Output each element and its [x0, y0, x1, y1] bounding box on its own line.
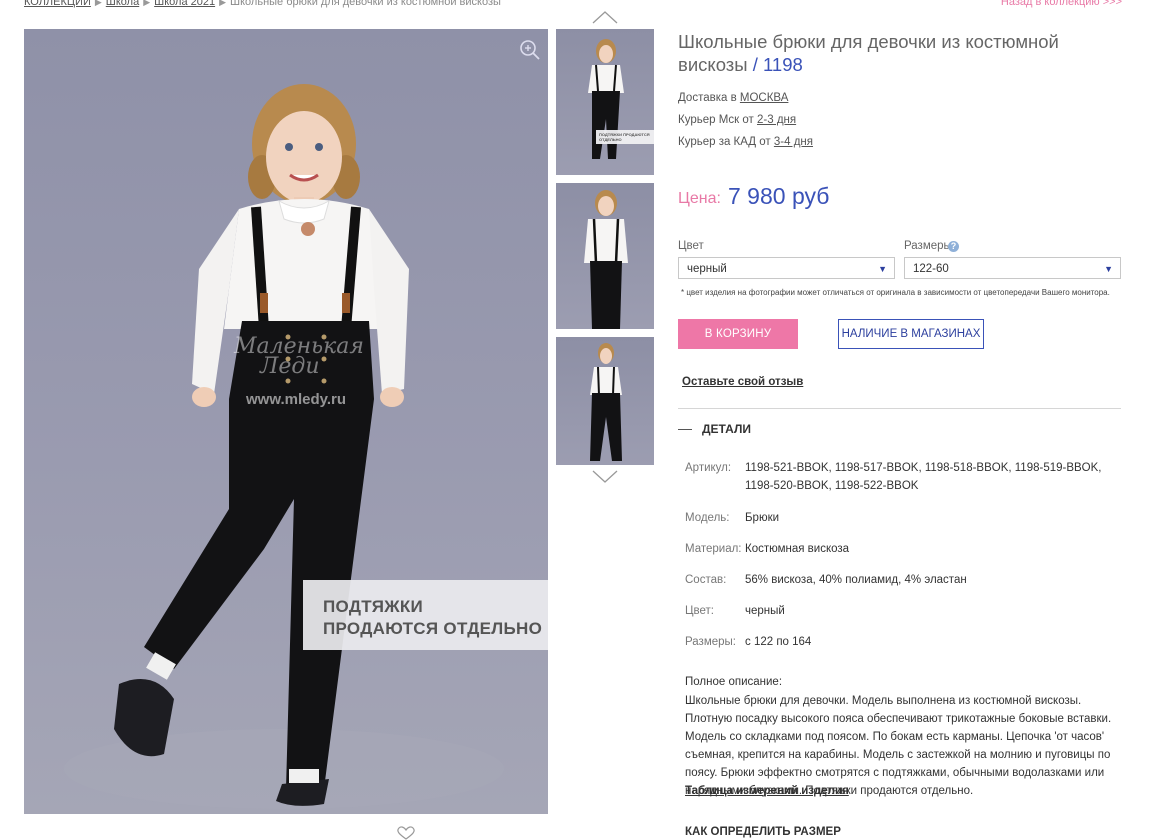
spec-value-model: Брюки: [745, 512, 780, 524]
breadcrumb-link-school[interactable]: Школа: [106, 0, 139, 8]
heart-icon[interactable]: [395, 826, 417, 840]
breadcrumb-separator-icon: ▶: [219, 0, 227, 7]
collapse-icon: [678, 429, 692, 431]
description-title: Полное описание:: [685, 676, 783, 688]
store-availability-button[interactable]: НАЛИЧИЕ В МАГАЗИНАХ: [838, 319, 984, 349]
breadcrumb-separator-icon: ▶: [94, 0, 102, 7]
add-to-cart-button[interactable]: В КОРЗИНУ: [678, 319, 798, 349]
how-to-size-toggle[interactable]: КАК ОПРЕДЕЛИТЬ РАЗМЕР: [685, 826, 841, 838]
spec-value-color: черный: [745, 605, 785, 617]
back-to-collection-link[interactable]: Назад в коллекцию >>>: [1001, 0, 1122, 8]
thumbnail-2[interactable]: [556, 183, 654, 329]
spec-value-sizes: с 122 по 164: [745, 636, 812, 648]
delivery-city-link[interactable]: МОСКВА: [740, 92, 789, 104]
size-help-icon[interactable]: ?: [948, 241, 959, 252]
spec-label: Размеры:: [685, 636, 736, 648]
breadcrumb-current: Школьные брюки для девочки из костюмной …: [230, 0, 501, 8]
size-table-link[interactable]: Таблица измерений изделия: [685, 785, 849, 797]
spec-label: Состав:: [685, 574, 727, 586]
thumbnails-down-arrow-icon[interactable]: [592, 470, 618, 484]
product-title: Школьные брюки для девочки из костюмной …: [678, 31, 1059, 75]
spec-value-article: 1198-521-BBOK, 1198-517-BBOK, 1198-518-B…: [745, 462, 1102, 492]
watermark-logo: Маленькая Леди: [234, 334, 364, 379]
breadcrumb: КОЛЛЕКЦИИ ▶ Школа ▶ Школа 2021 ▶ Школьные брюк…: [24, 0, 501, 8]
description-text: Школьные брюки для девочки. Модель выпол…: [685, 695, 1112, 797]
color-select[interactable]: черный ▼: [678, 257, 895, 279]
spec-label: Модель:: [685, 512, 730, 524]
suspenders-sold-separately-banner: ПОДТЯЖКИ ПРОДАЮТСЯ ОТДЕЛЬНО: [303, 580, 548, 650]
thumbnail-1[interactable]: ПОДТЯЖКИ ПРОДАЮТСЯ ОТДЕЛЬНО: [556, 29, 654, 175]
courier-msk-days[interactable]: 2-3 дня: [757, 114, 796, 126]
color-label: Цвет: [678, 240, 704, 252]
courier-msk: Курьер Мск от 2-3 дня: [678, 114, 797, 126]
dropdown-arrow-icon: ▼: [878, 264, 887, 274]
thumbnail-label: ПОДТЯЖКИ ПРОДАЮТСЯ ОТДЕЛЬНО: [596, 130, 654, 144]
watermark-url: www.mledy.ru: [246, 391, 347, 408]
divider: [678, 408, 1121, 409]
thumbnail-3-illustration: [590, 343, 622, 461]
main-product-photo[interactable]: Маленькая Леди www.mledy.ru ПОДТЯЖКИ ПРО…: [24, 29, 548, 814]
color-disclaimer: * цвет изделия на фотографии может отлич…: [681, 288, 1110, 297]
price-value: 7 980 руб: [728, 183, 830, 209]
thumbnail-3[interactable]: [556, 337, 654, 465]
size-label: Размеры: [904, 240, 952, 252]
size-select[interactable]: 122-60 ▼: [904, 257, 1121, 279]
thumbnails-up-arrow-icon[interactable]: [592, 10, 618, 24]
breadcrumb-link-school-2021[interactable]: Школа 2021: [154, 0, 215, 8]
breadcrumb-link-collections[interactable]: КОЛЛЕКЦИИ: [24, 0, 91, 8]
leave-review-link[interactable]: Оставьте свой отзыв: [682, 376, 803, 388]
thumbnail-2-illustration: [584, 190, 628, 329]
courier-kad: Курьер за КАД от 3-4 дня: [678, 136, 814, 148]
spec-value-material: Костюмная вискоза: [745, 543, 850, 555]
girl-photo-illustration: [64, 84, 504, 809]
spec-label: Материал:: [685, 543, 742, 555]
product-sku: 1198: [763, 54, 803, 75]
zoom-icon[interactable]: [519, 39, 541, 61]
dropdown-arrow-icon: ▼: [1104, 264, 1113, 274]
breadcrumb-separator-icon: ▶: [143, 0, 151, 7]
courier-kad-days[interactable]: 3-4 дня: [774, 136, 813, 148]
spec-value-composition: 56% вискоза, 40% полиамид, 4% эластан: [745, 574, 967, 586]
spec-label: Цвет:: [685, 605, 714, 617]
details-toggle[interactable]: ДЕТАЛИ: [678, 422, 751, 436]
thumbnail-1-illustration: [588, 39, 624, 159]
spec-label: Артикул:: [685, 462, 732, 474]
price-label: Цена:: [678, 190, 721, 207]
delivery-city: Доставка в МОСКВА: [678, 92, 789, 104]
